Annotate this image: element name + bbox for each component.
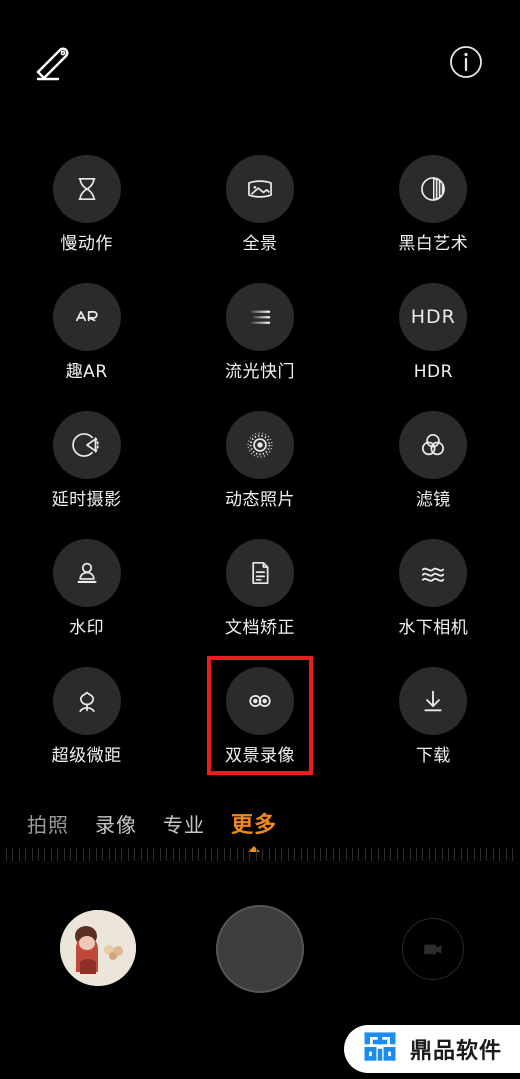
mode-item-super-macro[interactable]: 超级微距 xyxy=(0,662,173,790)
mode-label: 水印 xyxy=(69,618,105,638)
hdr-glyph-text: HDR xyxy=(410,306,456,328)
watermark-badge: 鼎品软件 xyxy=(343,1025,520,1073)
mode-item-panorama[interactable]: 全景 xyxy=(173,150,346,278)
dingpin-logo-icon xyxy=(360,1027,400,1071)
zoom-ruler xyxy=(0,848,520,864)
video-record-button[interactable] xyxy=(402,918,464,980)
mode-item-filter[interactable]: 滤镜 xyxy=(347,406,520,534)
mode-label: HDR xyxy=(413,362,453,382)
mode-item-moving-picture[interactable]: 动态照片 xyxy=(173,406,346,534)
modes-grid: 慢动作 全景 黑白艺术 趣AR 流光快门 HDR HDR 延时摄影 动态照片 滤… xyxy=(0,150,520,790)
mode-label: 文档矫正 xyxy=(224,618,295,638)
mode-item-watermark[interactable]: 水印 xyxy=(0,534,173,662)
panorama-icon xyxy=(225,155,294,223)
mode-item-slow-motion[interactable]: 慢动作 xyxy=(0,150,173,278)
filter-circles-icon xyxy=(399,411,468,479)
download-arrow-icon xyxy=(399,667,468,735)
mode-label: 黑白艺术 xyxy=(398,234,469,254)
tab-more-label: 更多 xyxy=(231,813,278,838)
mode-label: 下载 xyxy=(415,746,451,766)
tab-video[interactable]: 录像 xyxy=(82,809,150,838)
watermark-text: 鼎品软件 xyxy=(409,1039,502,1064)
shutter-button[interactable] xyxy=(216,905,304,993)
mode-label: 双景录像 xyxy=(224,746,295,766)
mode-label: 流光快门 xyxy=(224,362,295,382)
mode-item-monochrome[interactable]: 黑白艺术 xyxy=(347,150,520,278)
document-correction-icon xyxy=(225,539,294,607)
info-circle-icon[interactable] xyxy=(442,38,490,86)
mode-item-light-painting[interactable]: 流光快门 xyxy=(173,278,346,406)
monochrome-icon xyxy=(399,155,468,223)
mode-item-document-correction[interactable]: 文档矫正 xyxy=(173,534,346,662)
gallery-thumbnail[interactable] xyxy=(60,910,136,986)
dual-view-video-icon xyxy=(225,667,294,735)
mode-label: 全景 xyxy=(242,234,278,254)
mode-item-dual-view-video[interactable]: 双景录像 xyxy=(173,662,346,790)
mode-item-download[interactable]: 下载 xyxy=(347,662,520,790)
tab-photo[interactable]: 拍照 xyxy=(14,809,82,838)
hdr-icon: HDR xyxy=(399,283,468,351)
mode-item-timelapse[interactable]: 延时摄影 xyxy=(0,406,173,534)
ar-icon xyxy=(52,283,121,351)
mode-item-hdr[interactable]: HDR HDR xyxy=(347,278,520,406)
mode-label: 延时摄影 xyxy=(51,490,122,510)
hourglass-icon xyxy=(52,155,121,223)
mode-label: 水下相机 xyxy=(398,618,469,638)
mode-item-underwater[interactable]: 水下相机 xyxy=(347,534,520,662)
macro-flower-icon xyxy=(52,667,121,735)
mode-label: 超级微距 xyxy=(51,746,122,766)
top-bar xyxy=(0,0,520,118)
mode-label: 趣AR xyxy=(65,362,108,382)
pencil-edit-icon[interactable] xyxy=(30,38,78,86)
underwater-waves-icon xyxy=(399,539,468,607)
mode-label: 动态照片 xyxy=(224,490,295,510)
mode-tabs: 拍照 录像 专业 更多 xyxy=(0,800,520,852)
mode-label: 慢动作 xyxy=(60,234,113,254)
tab-more[interactable]: 更多 xyxy=(218,807,290,852)
watermark-stamp-icon xyxy=(52,539,121,607)
light-painting-icon xyxy=(225,283,294,351)
mode-label: 滤镜 xyxy=(415,490,451,510)
timelapse-icon xyxy=(52,411,121,479)
moving-picture-icon xyxy=(225,411,294,479)
mode-item-ar[interactable]: 趣AR xyxy=(0,278,173,406)
tab-pro[interactable]: 专业 xyxy=(150,809,218,838)
